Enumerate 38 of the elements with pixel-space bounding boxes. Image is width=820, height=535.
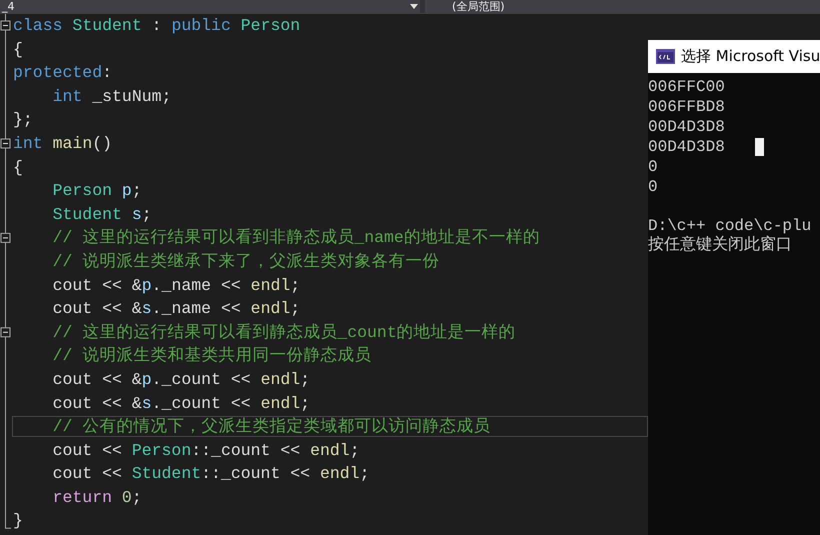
console-prompt-line: D:\c++ code\c-plu xyxy=(648,217,812,236)
scope-dropdown[interactable]: _4 xyxy=(0,0,420,13)
code-line: Person p; xyxy=(52,180,143,202)
code-line: cout << Student::_count << endl; xyxy=(52,464,370,485)
console-title: 选择 Microsoft Visu xyxy=(681,47,820,66)
code-line: // 说明派生类和基类共用同一份静态成员 xyxy=(52,346,372,367)
console-output-line: 006FFC00 xyxy=(648,77,725,97)
code-line: class Student : public Person xyxy=(12,15,302,36)
code-line: cout << &p._name << endl; xyxy=(52,274,302,296)
code-line: // 这里的运行结果可以看到非静态成员_name的地址是不一样的 xyxy=(52,228,541,249)
collapse-icon[interactable] xyxy=(0,20,10,30)
code-line: }; xyxy=(12,110,34,131)
console-output-line: 0 xyxy=(648,177,658,197)
code-line: protected: xyxy=(12,62,114,84)
code-line: { xyxy=(12,156,24,178)
code-line: cout << &p._count << endl; xyxy=(52,369,312,390)
code-line: { xyxy=(12,38,24,60)
collapse-icon[interactable] xyxy=(0,327,10,338)
code-line: return 0; xyxy=(52,487,143,508)
console-output-line: 006FFBD8 xyxy=(648,97,725,117)
console-output-line: 00D4D3D8 xyxy=(648,137,725,157)
code-line: cout << Person::_count << endl; xyxy=(52,440,361,461)
console-output-line: 00D4D3D8 xyxy=(648,117,725,137)
console-output-line: 0 xyxy=(648,157,658,177)
code-line: int main() xyxy=(12,133,114,154)
code-line: // 这里的运行结果可以看到静态成员_count的地址是一样的 xyxy=(52,322,517,344)
code-line: // 说明派生类继承下来了，父派生类对象各有一份 xyxy=(52,251,440,272)
console-prompt-line: 按任意键关闭此窗口 xyxy=(648,236,793,255)
code-line: Student s; xyxy=(52,204,153,226)
code-line: cout << &s._count << endl; xyxy=(52,392,312,414)
caret-icon xyxy=(410,4,418,9)
code-line: cout << &s._name << endl; xyxy=(52,298,302,320)
code-line: int _stuNum; xyxy=(52,86,172,108)
console-icon xyxy=(656,49,675,64)
collapse-icon[interactable] xyxy=(0,232,10,243)
collapse-icon[interactable] xyxy=(0,138,10,148)
code-line: } xyxy=(12,510,24,532)
scope-dropdown[interactable]: (全局范围) xyxy=(425,0,820,13)
